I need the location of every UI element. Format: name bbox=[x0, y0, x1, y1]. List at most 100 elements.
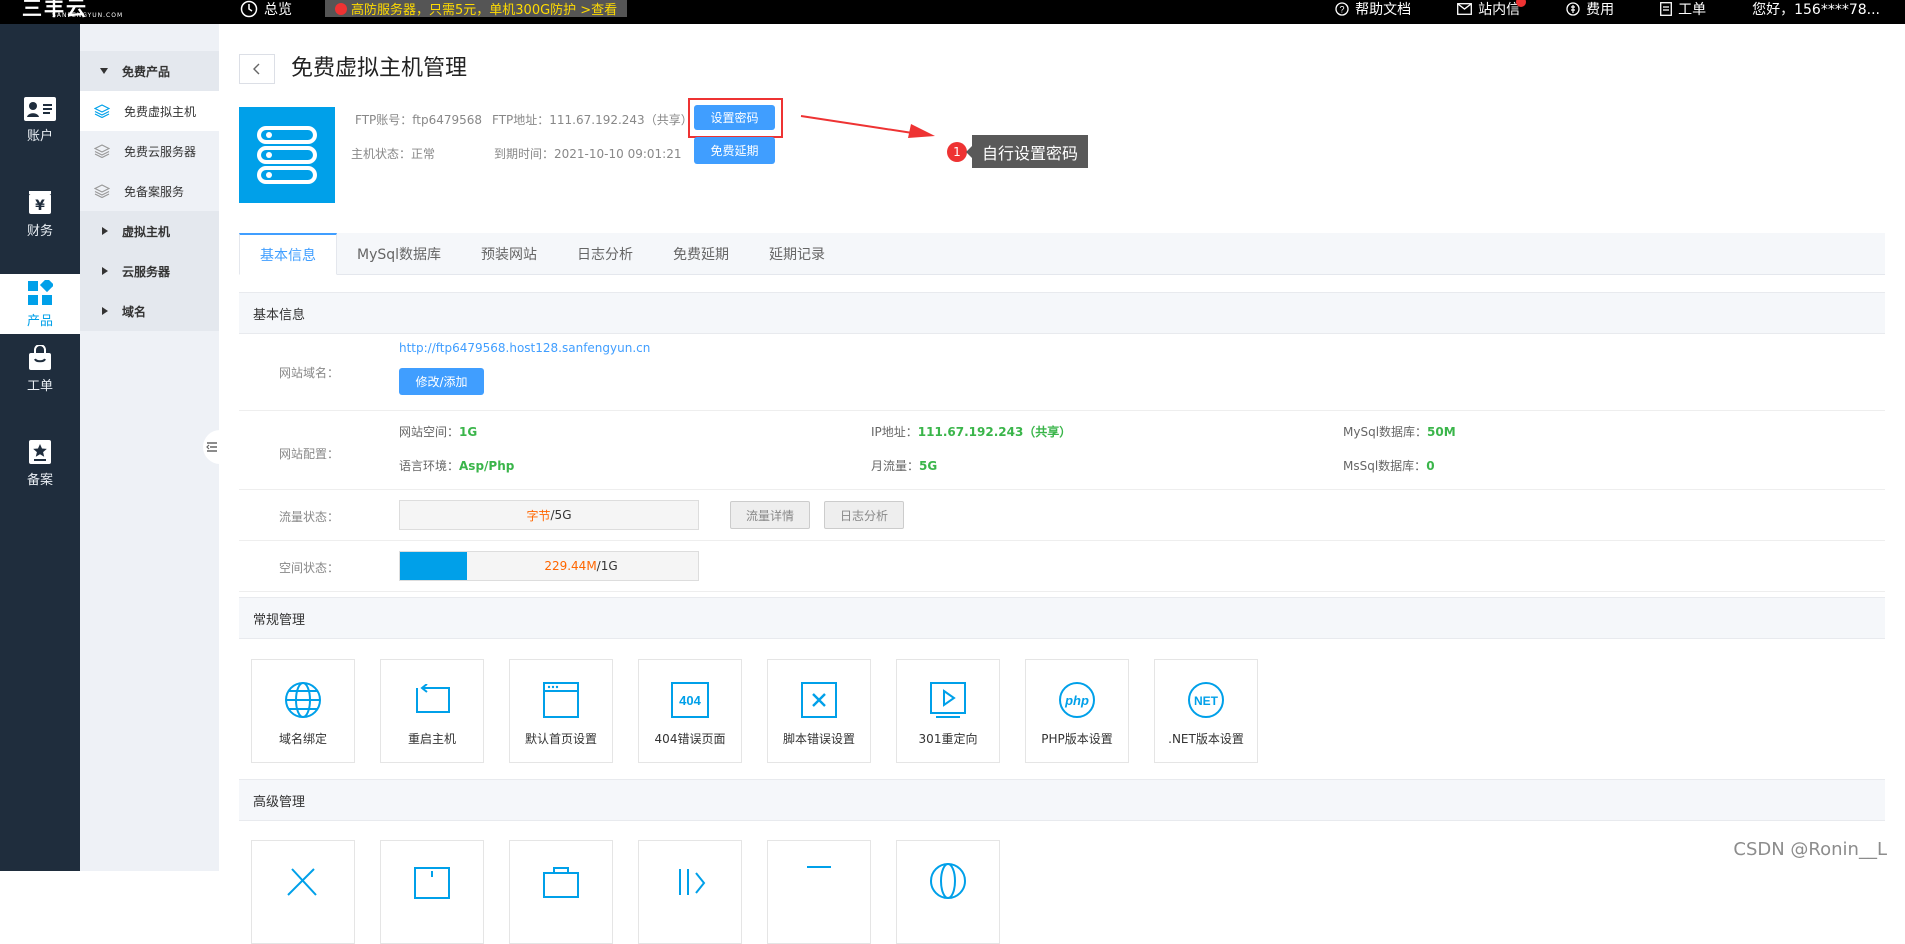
subnav-free-record[interactable]: 免备案服务 bbox=[80, 171, 219, 211]
domain-binding-card[interactable]: 域名绑定 bbox=[251, 659, 355, 763]
advanced-card[interactable] bbox=[509, 840, 613, 944]
promo-text: 高防服务器，只需5元，单机300G防护 >查看 bbox=[351, 3, 618, 18]
subnav-free-products[interactable]: 免费产品 bbox=[80, 51, 219, 91]
server-icon bbox=[239, 107, 335, 203]
subnav-domain[interactable]: 域名 bbox=[80, 291, 219, 331]
default-homepage-card[interactable]: 默认首页设置 bbox=[509, 659, 613, 763]
rail-label: 财务 bbox=[26, 223, 53, 239]
rail-item-tickets[interactable]: 工单 bbox=[0, 336, 80, 402]
traffic-value: 5G bbox=[919, 459, 938, 473]
lang-value: Asp/Php bbox=[459, 459, 515, 473]
site-url-link[interactable]: http://ftp6479568.host128.sanfengyun.cn bbox=[399, 341, 650, 355]
tickets-label: 工单 bbox=[1678, 2, 1707, 18]
subnav-label: 虚拟主机 bbox=[122, 224, 171, 239]
greeting-text: 您好，156****78... bbox=[1752, 2, 1880, 18]
traffic-item: 月流量：5G bbox=[871, 457, 937, 474]
advanced-card[interactable] bbox=[767, 840, 871, 944]
watermark: CSDN @Ronin__L bbox=[1733, 839, 1887, 860]
expire-time-label: 到期时间： bbox=[494, 147, 555, 161]
restart-host-card[interactable]: 重启主机 bbox=[380, 659, 484, 763]
space-status-label: 空间状态： bbox=[278, 561, 339, 575]
tab-log-analysis[interactable]: 日志分析 bbox=[557, 233, 653, 275]
subnav-cloud[interactable]: 云服务器 bbox=[80, 251, 219, 291]
subnav-free-cloud[interactable]: 免费云服务器 bbox=[80, 131, 219, 171]
advanced-card[interactable] bbox=[896, 840, 1000, 944]
bag-icon bbox=[29, 344, 51, 370]
space-progress-bar: 229.44M/1G bbox=[399, 551, 699, 581]
rail-label: 产品 bbox=[26, 313, 53, 329]
layers-icon bbox=[94, 104, 112, 118]
flow-total: /5G bbox=[550, 508, 572, 522]
subnav-label: 免费虚拟主机 bbox=[124, 104, 197, 119]
card-label: 404错误页面 bbox=[654, 732, 726, 746]
site-domain-row: 网站域名： http://ftp6479568.host128.sanfengy… bbox=[239, 334, 1885, 411]
flow-used: 字节 bbox=[526, 508, 551, 523]
error-404-card[interactable]: 404 404错误页面 bbox=[638, 659, 742, 763]
mysql-label: MySql数据库： bbox=[1343, 425, 1428, 439]
browser-window-icon bbox=[543, 682, 579, 718]
top-bar: 三丰云 SANFENGYUN.COM 总览 高防服务器，只需5元，单机300G防… bbox=[0, 0, 1905, 24]
brand-subtitle: SANFENGYUN.COM bbox=[52, 12, 124, 19]
script-error-card[interactable]: 脚本错误设置 bbox=[767, 659, 871, 763]
messages-link[interactable]: 站内信 bbox=[1457, 0, 1527, 19]
tab-free-extend[interactable]: 免费延期 bbox=[653, 233, 749, 275]
tab-bar: 基本信息 MySql数据库 预装网站 日志分析 免费延期 延期记录 bbox=[239, 233, 1885, 275]
mssql-label: MsSql数据库： bbox=[1343, 459, 1427, 473]
page-title: 免费虚拟主机管理 bbox=[291, 56, 468, 81]
flow-detail-button[interactable]: 流量详情 bbox=[730, 501, 810, 529]
tools-icon bbox=[287, 868, 317, 896]
error-x-icon bbox=[801, 682, 837, 718]
advanced-card[interactable] bbox=[638, 840, 742, 944]
billing-link[interactable]: 费用 bbox=[1566, 0, 1614, 19]
tab-basic-info[interactable]: 基本信息 bbox=[239, 233, 337, 275]
subnav-label: 云服务器 bbox=[122, 264, 171, 279]
alert-dot-icon bbox=[335, 2, 347, 15]
annotation-tooltip: 1 自行设置密码 bbox=[947, 135, 1089, 168]
rail-item-finance[interactable]: ¥ 财务 bbox=[0, 181, 80, 247]
rail-label: 账户 bbox=[26, 128, 53, 144]
advanced-card[interactable] bbox=[380, 840, 484, 944]
net-version-card[interactable]: NET .NET版本设置 bbox=[1154, 659, 1258, 763]
highlight-box bbox=[688, 98, 783, 138]
svg-text:NET: NET bbox=[1194, 694, 1219, 708]
php-icon: php bbox=[1059, 682, 1095, 718]
arrow-annotation bbox=[800, 115, 935, 138]
rail-item-products[interactable]: 产品 bbox=[0, 274, 80, 334]
tab-preinstalled-site[interactable]: 预装网站 bbox=[461, 233, 557, 275]
php-version-card[interactable]: php PHP版本设置 bbox=[1025, 659, 1129, 763]
tooltip-text: 自行设置密码 bbox=[965, 135, 1089, 168]
lang-label: 语言环境： bbox=[399, 459, 460, 473]
top-right-menu: ? 帮助文档 站内信 费用 工单 您好，156****78... bbox=[1289, 0, 1905, 24]
tickets-link[interactable]: 工单 bbox=[1660, 0, 1706, 19]
subnav-free-vhost[interactable]: 免费虚拟主机 bbox=[80, 91, 219, 131]
logo[interactable]: 三丰云 SANFENGYUN.COM bbox=[22, 0, 132, 24]
space-label: 网站空间： bbox=[399, 425, 460, 439]
caret-down-icon bbox=[92, 68, 116, 74]
tab-mysql[interactable]: MySql数据库 bbox=[337, 233, 461, 275]
advanced-card[interactable] bbox=[251, 840, 355, 944]
redirect-301-card[interactable]: 301重定向 bbox=[896, 659, 1000, 763]
mysql-value: 50M bbox=[1427, 425, 1456, 439]
promo-banner[interactable]: 高防服务器，只需5元，单机300G防护 >查看 bbox=[325, 0, 628, 18]
flow-progress-bar: 字节/5G bbox=[399, 500, 699, 530]
mysql-item: MySql数据库：50M bbox=[1343, 423, 1456, 440]
card-label: PHP版本设置 bbox=[1041, 732, 1113, 746]
log-analysis-button[interactable]: 日志分析 bbox=[824, 501, 904, 529]
ip-item: IP地址：111.67.192.243（共享） bbox=[871, 423, 1071, 440]
layers-icon bbox=[94, 184, 112, 198]
rail-item-account[interactable]: 账户 bbox=[0, 87, 80, 153]
general-section-title: 常规管理 bbox=[239, 597, 1885, 639]
back-button[interactable] bbox=[239, 54, 275, 84]
window-icon bbox=[807, 866, 831, 868]
globe-icon bbox=[285, 682, 321, 718]
free-extend-button[interactable]: 免费延期 bbox=[694, 137, 775, 164]
user-menu[interactable]: 您好，156****78... bbox=[1752, 0, 1880, 19]
collapse-icon bbox=[206, 442, 217, 452]
edit-add-domain-button[interactable]: 修改/添加 bbox=[399, 368, 484, 395]
tab-extend-records[interactable]: 延期记录 bbox=[749, 233, 845, 275]
overview-link[interactable]: 总览 bbox=[240, 0, 292, 24]
subnav-vhost[interactable]: 虚拟主机 bbox=[80, 211, 219, 251]
subnav-label: 免备案服务 bbox=[124, 184, 185, 199]
rail-item-filing[interactable]: 备案 bbox=[0, 430, 80, 496]
help-docs-link[interactable]: ? 帮助文档 bbox=[1335, 0, 1411, 19]
